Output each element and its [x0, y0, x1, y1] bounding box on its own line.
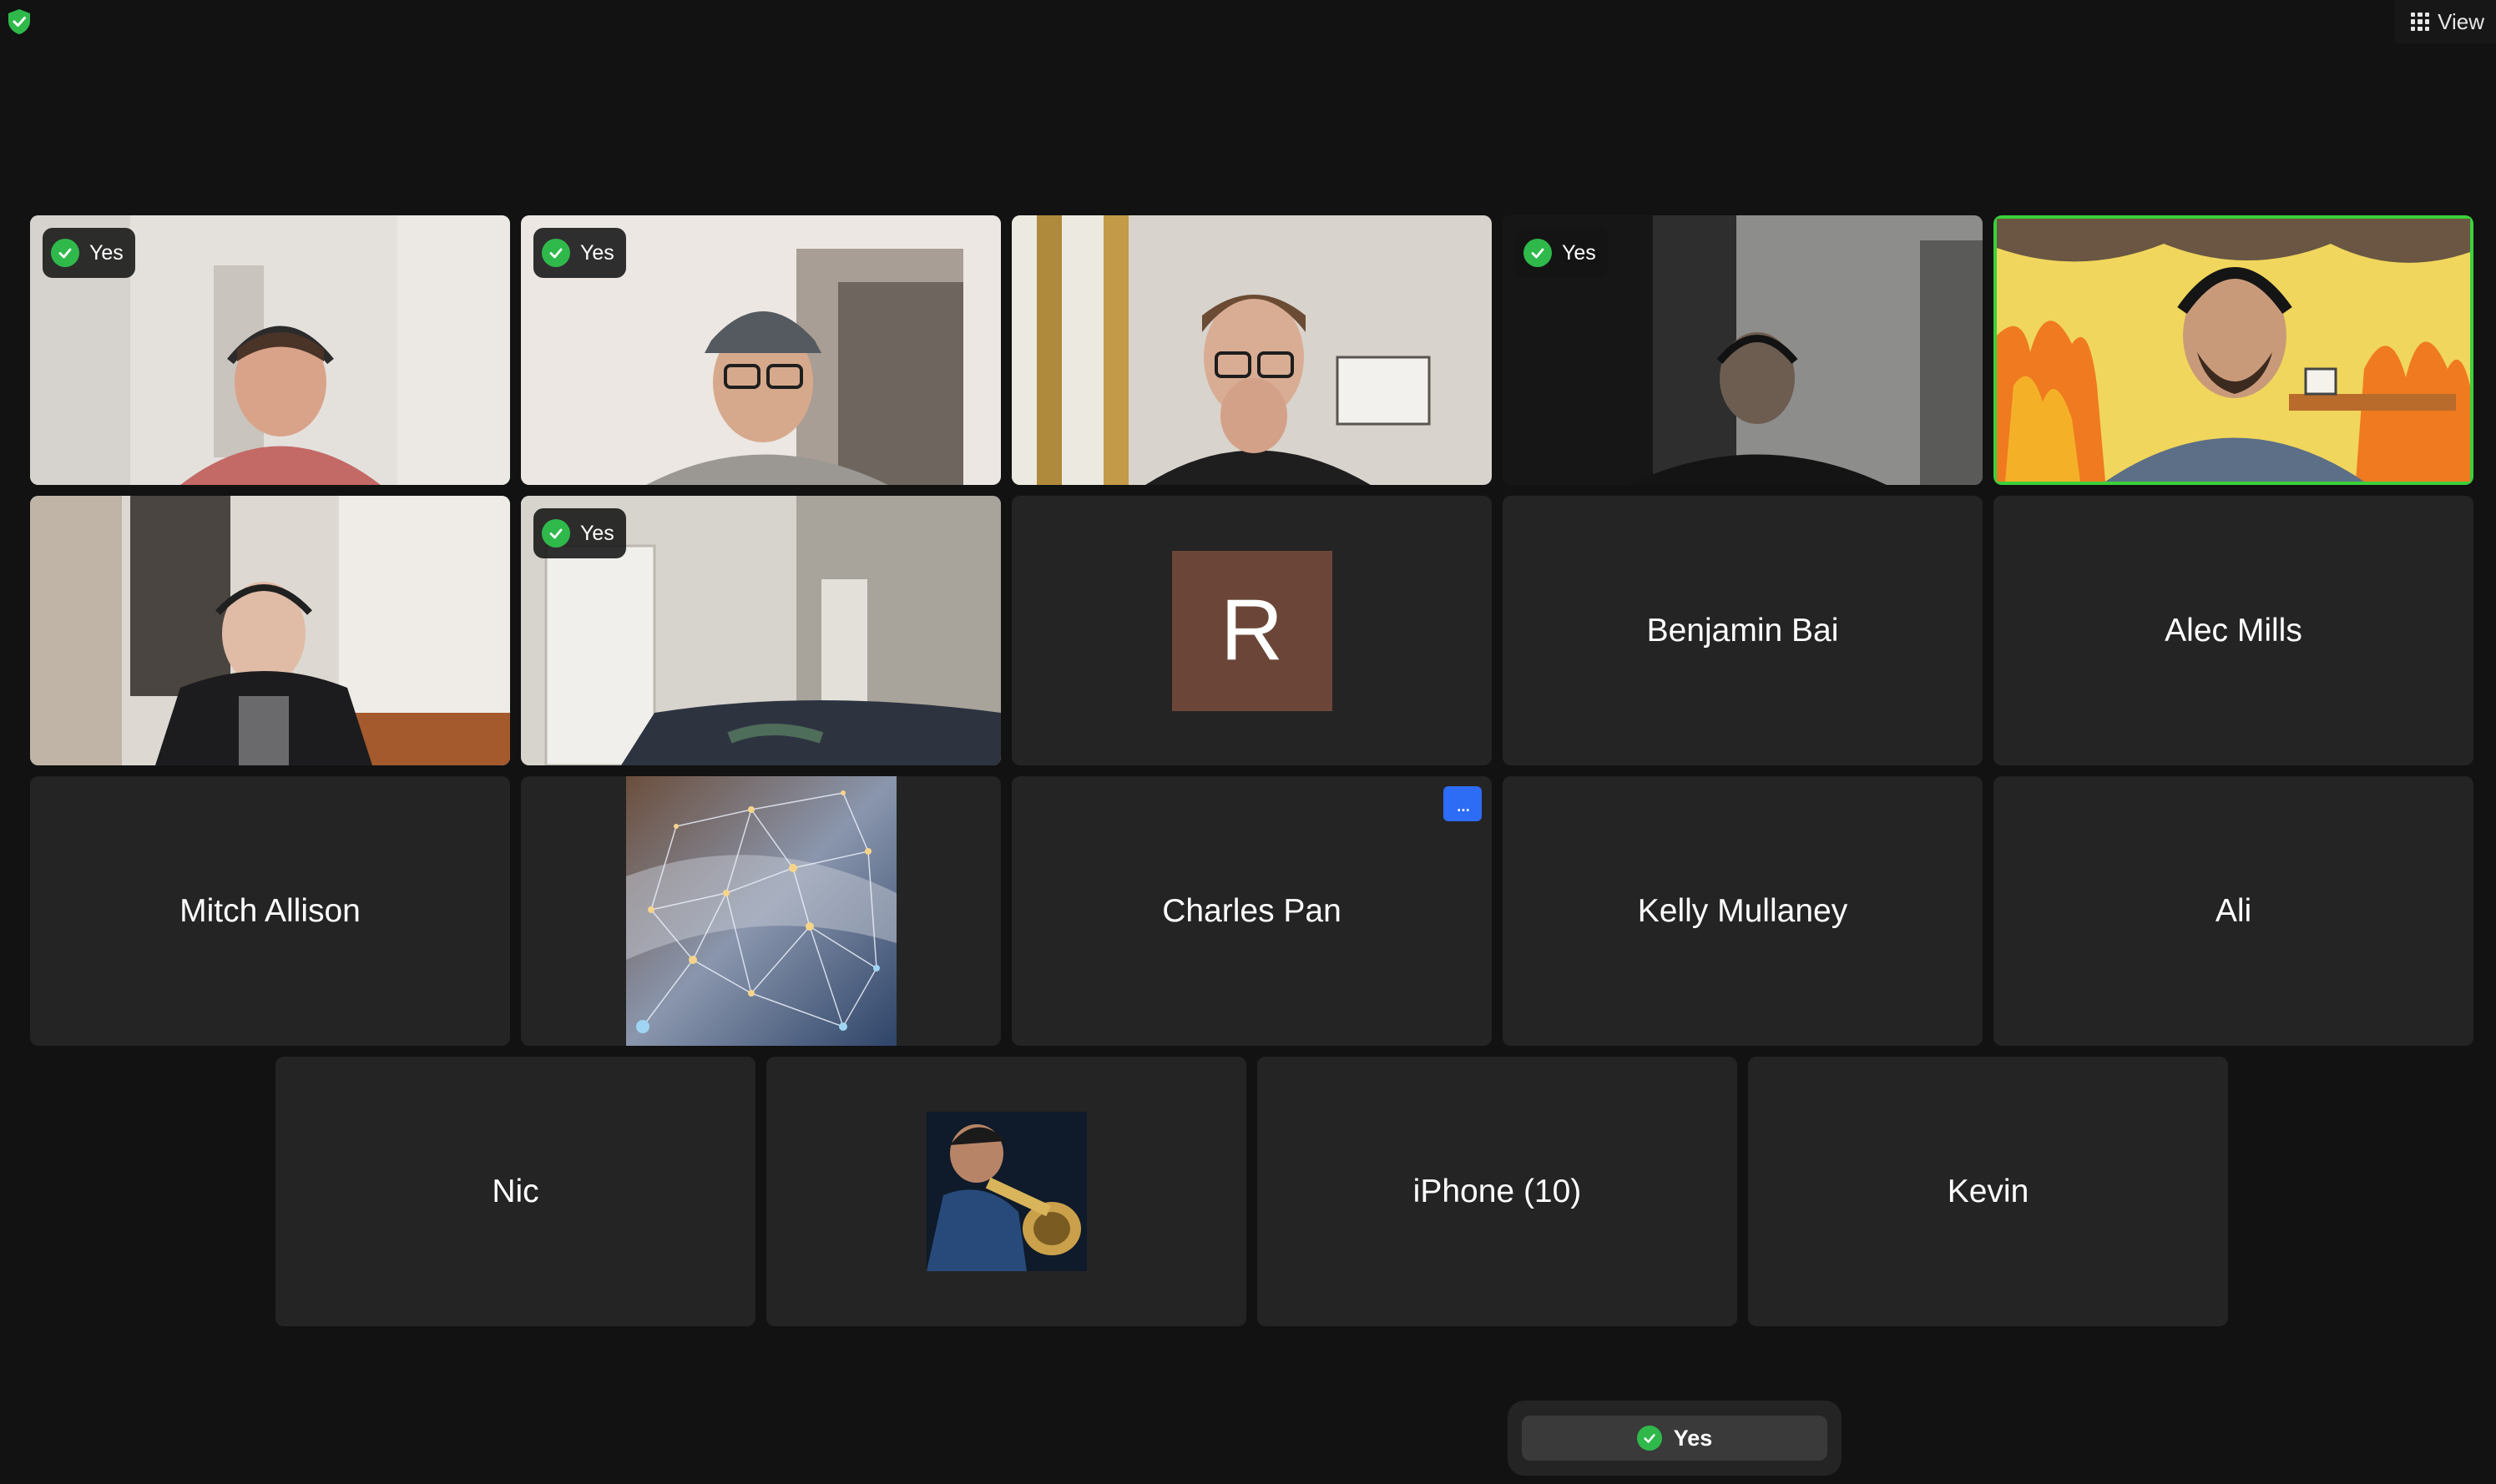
shield-check-icon[interactable] — [7, 8, 32, 35]
participant-name-tile[interactable]: Benjamin Bai — [1503, 496, 1983, 765]
reaction-badge: Yes — [533, 508, 626, 558]
participant-name-tile[interactable]: Alec Mills — [1993, 496, 2473, 765]
participant-video — [30, 496, 510, 765]
participant-name: Kelly Mullaney — [1637, 892, 1848, 929]
participant-name-tile[interactable]: iPhone (10) — [1257, 1057, 1737, 1326]
view-button-label: View — [2438, 8, 2484, 34]
participant-name-tile[interactable]: Kevin — [1748, 1057, 2228, 1326]
participant-video — [1997, 219, 2470, 482]
participant-video-tile[interactable] — [30, 496, 510, 765]
checkmark-icon — [1523, 239, 1552, 267]
participant-video-tile[interactable]: Yes — [1503, 215, 1983, 485]
participant-name: Benjamin Bai — [1646, 612, 1839, 649]
participant-video-tile-active-speaker[interactable] — [1993, 215, 2473, 485]
reaction-label: Yes — [1562, 240, 1596, 265]
participant-name: iPhone (10) — [1412, 1173, 1582, 1209]
view-button[interactable]: View — [2394, 0, 2496, 43]
profile-picture — [626, 776, 897, 1046]
participant-avatar-tile[interactable]: R — [1012, 496, 1492, 765]
checkmark-icon — [542, 519, 570, 548]
reaction-label: Yes — [580, 521, 614, 545]
reaction-label: Yes — [580, 240, 614, 265]
participant-video — [1012, 215, 1492, 485]
reaction-label: Yes — [89, 240, 124, 265]
reaction-bar: Yes — [1508, 1401, 1842, 1476]
participant-picture-tile[interactable] — [521, 776, 1001, 1046]
participant-name-tile[interactable]: Ali — [1993, 776, 2473, 1046]
participant-name: Nic — [492, 1173, 539, 1209]
participant-video-tile[interactable]: Yes — [521, 496, 1001, 765]
participant-name: Alec Mills — [2165, 612, 2302, 649]
yes-reaction-button[interactable]: Yes — [1522, 1416, 1827, 1461]
checkmark-icon — [51, 239, 79, 267]
participant-video-tile[interactable] — [1012, 215, 1492, 485]
participant-picture-tile[interactable] — [766, 1057, 1246, 1326]
profile-picture — [927, 1112, 1087, 1271]
avatar: R — [1171, 550, 1332, 711]
participant-name-tile[interactable]: Kelly Mullaney — [1503, 776, 1983, 1046]
reaction-badge: Yes — [1515, 228, 1608, 278]
participant-video-tile[interactable]: Yes — [30, 215, 510, 485]
participant-name: Charles Pan — [1162, 892, 1341, 929]
participant-video-tile[interactable]: Yes — [521, 215, 1001, 485]
participant-name-tile[interactable]: Mitch Allison — [30, 776, 510, 1046]
zoom-meeting-window: View Yes Yes Yes Yes R Benjamin Bai Alec… — [0, 0, 2496, 1484]
reaction-badge: Yes — [533, 228, 626, 278]
participant-name: Mitch Allison — [179, 892, 361, 929]
participant-name: Ali — [2215, 892, 2252, 929]
checkmark-icon — [542, 239, 570, 267]
checkmark-icon — [1636, 1426, 1662, 1451]
participant-name-tile[interactable]: Charles Pan ... — [1012, 776, 1492, 1046]
more-options-button[interactable]: ... — [1443, 786, 1482, 821]
participant-name-tile[interactable]: Nic — [275, 1057, 755, 1326]
participant-name: Kevin — [1947, 1173, 2029, 1209]
grid-icon — [2411, 13, 2430, 31]
reaction-badge: Yes — [43, 228, 135, 278]
yes-reaction-label: Yes — [1673, 1425, 1713, 1451]
